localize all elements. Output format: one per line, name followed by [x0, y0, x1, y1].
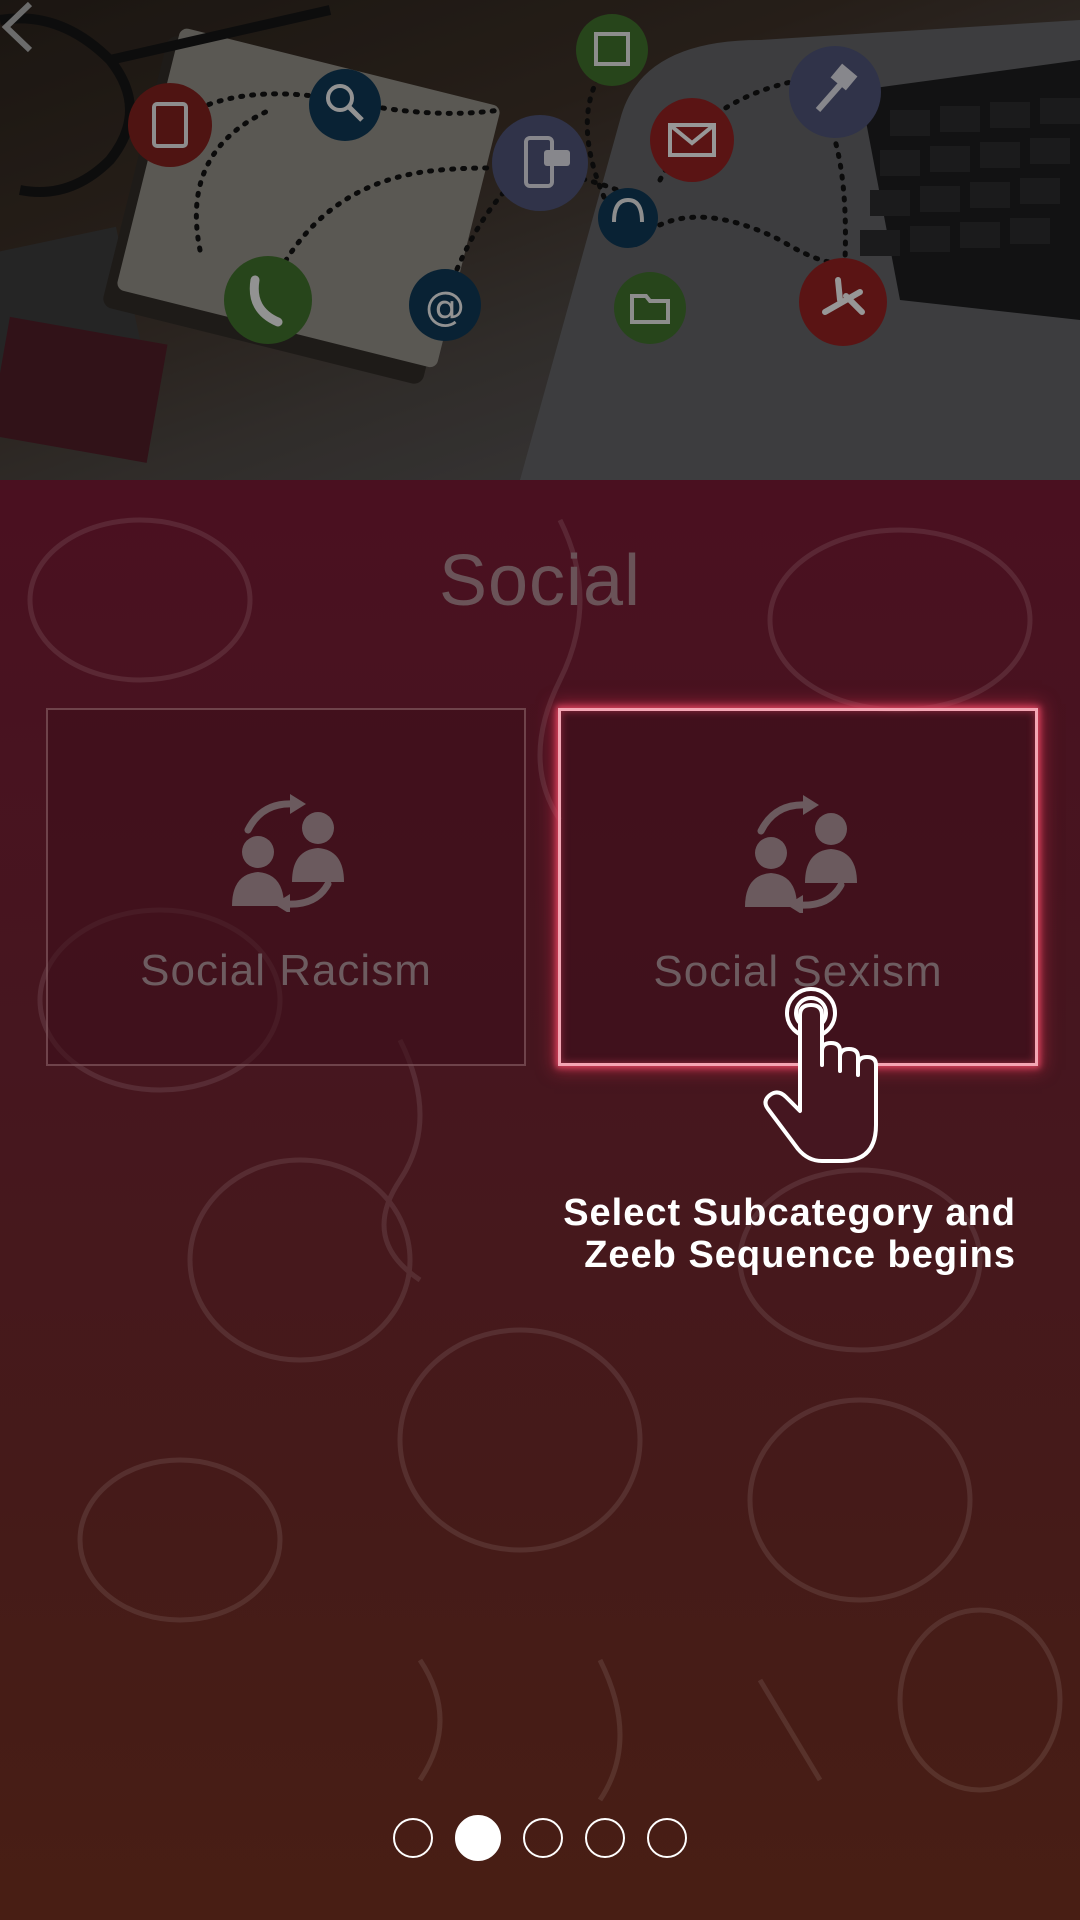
hint-line: Zeeb Sequence begins	[584, 1234, 1016, 1276]
page-dot[interactable]	[585, 1818, 625, 1858]
page-dot[interactable]	[647, 1818, 687, 1858]
page-indicator	[0, 1815, 1080, 1861]
subcategory-card-social-sexism[interactable]: Social Sexism	[558, 708, 1038, 1066]
page-dot[interactable]	[393, 1818, 433, 1858]
subcategory-panel: Social Social Racism Social Sexism Selec…	[0, 480, 1080, 1920]
subcategory-card-social-racism[interactable]: Social Racism	[46, 708, 526, 1066]
page-dot-active[interactable]	[455, 1815, 501, 1861]
hint-line: Select Subcategory and	[563, 1192, 1016, 1234]
tutorial-hint: Select Subcategory and Zeeb Sequence beg…	[456, 1192, 1016, 1276]
card-label: Social Racism	[140, 946, 432, 995]
back-chevron-icon[interactable]	[0, 0, 36, 54]
people-exchange-icon	[232, 794, 344, 912]
page-dot[interactable]	[523, 1818, 563, 1858]
people-exchange-icon	[745, 795, 857, 913]
page-title: Social	[438, 541, 642, 621]
hero-image: @	[0, 0, 1080, 480]
card-label: Social Sexism	[653, 947, 943, 996]
